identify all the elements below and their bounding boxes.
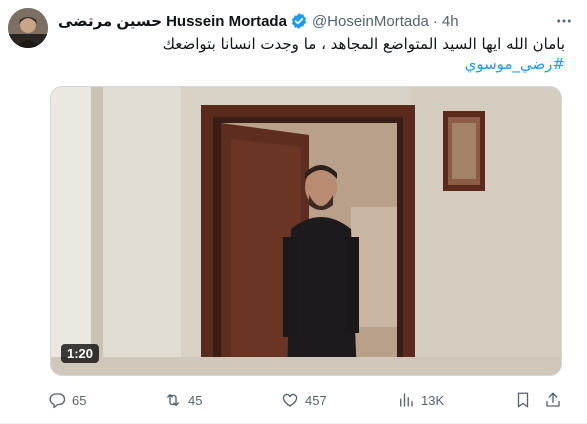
avatar[interactable] xyxy=(8,8,48,48)
tweet-body: بامان الله ايها السيد المتواضع المجاهد ،… xyxy=(162,35,565,53)
bookmark-icon xyxy=(517,392,529,408)
video-frame xyxy=(51,87,561,375)
heart-icon xyxy=(282,393,298,407)
like-button[interactable]: 457 xyxy=(281,388,327,412)
more-icon[interactable] xyxy=(553,10,575,32)
reply-button[interactable]: 65 xyxy=(48,388,86,412)
tweet-time[interactable]: 4h xyxy=(442,13,459,30)
verified-badge-icon xyxy=(291,13,306,29)
author-handle[interactable]: @HoseinMortada xyxy=(312,13,429,30)
video-duration: 1:20 xyxy=(61,344,100,363)
retweet-count: 45 xyxy=(188,392,203,408)
retweet-button[interactable]: 45 xyxy=(164,388,202,412)
tweet-header: حسين مرتضى Hussein Mortada @HoseinMortad… xyxy=(58,10,575,32)
tweet-card[interactable]: حسين مرتضى Hussein Mortada @HoseinMortad… xyxy=(0,0,587,424)
like-count: 457 xyxy=(305,392,327,408)
share-button[interactable] xyxy=(544,388,562,412)
views-button[interactable]: 13K xyxy=(397,388,444,412)
bookmark-button[interactable] xyxy=(514,388,532,412)
tweet-text: بامان الله ايها السيد المتواضع المجاهد ،… xyxy=(58,34,565,74)
retweet-icon xyxy=(167,394,179,406)
video-player[interactable]: 1:20 xyxy=(50,86,562,376)
separator-dot: · xyxy=(432,12,438,30)
action-bar: 65 45 457 13K xyxy=(46,388,566,412)
views-count: 13K xyxy=(421,392,445,408)
hashtag-link[interactable]: #رضي_موسوي xyxy=(58,54,565,74)
share-icon xyxy=(546,392,560,407)
views-icon xyxy=(400,393,413,407)
author-name-arabic[interactable]: حسين مرتضى xyxy=(58,12,162,30)
author-name-english[interactable]: Hussein Mortada xyxy=(166,13,287,30)
reply-count: 65 xyxy=(72,392,87,408)
reply-icon xyxy=(49,393,66,409)
